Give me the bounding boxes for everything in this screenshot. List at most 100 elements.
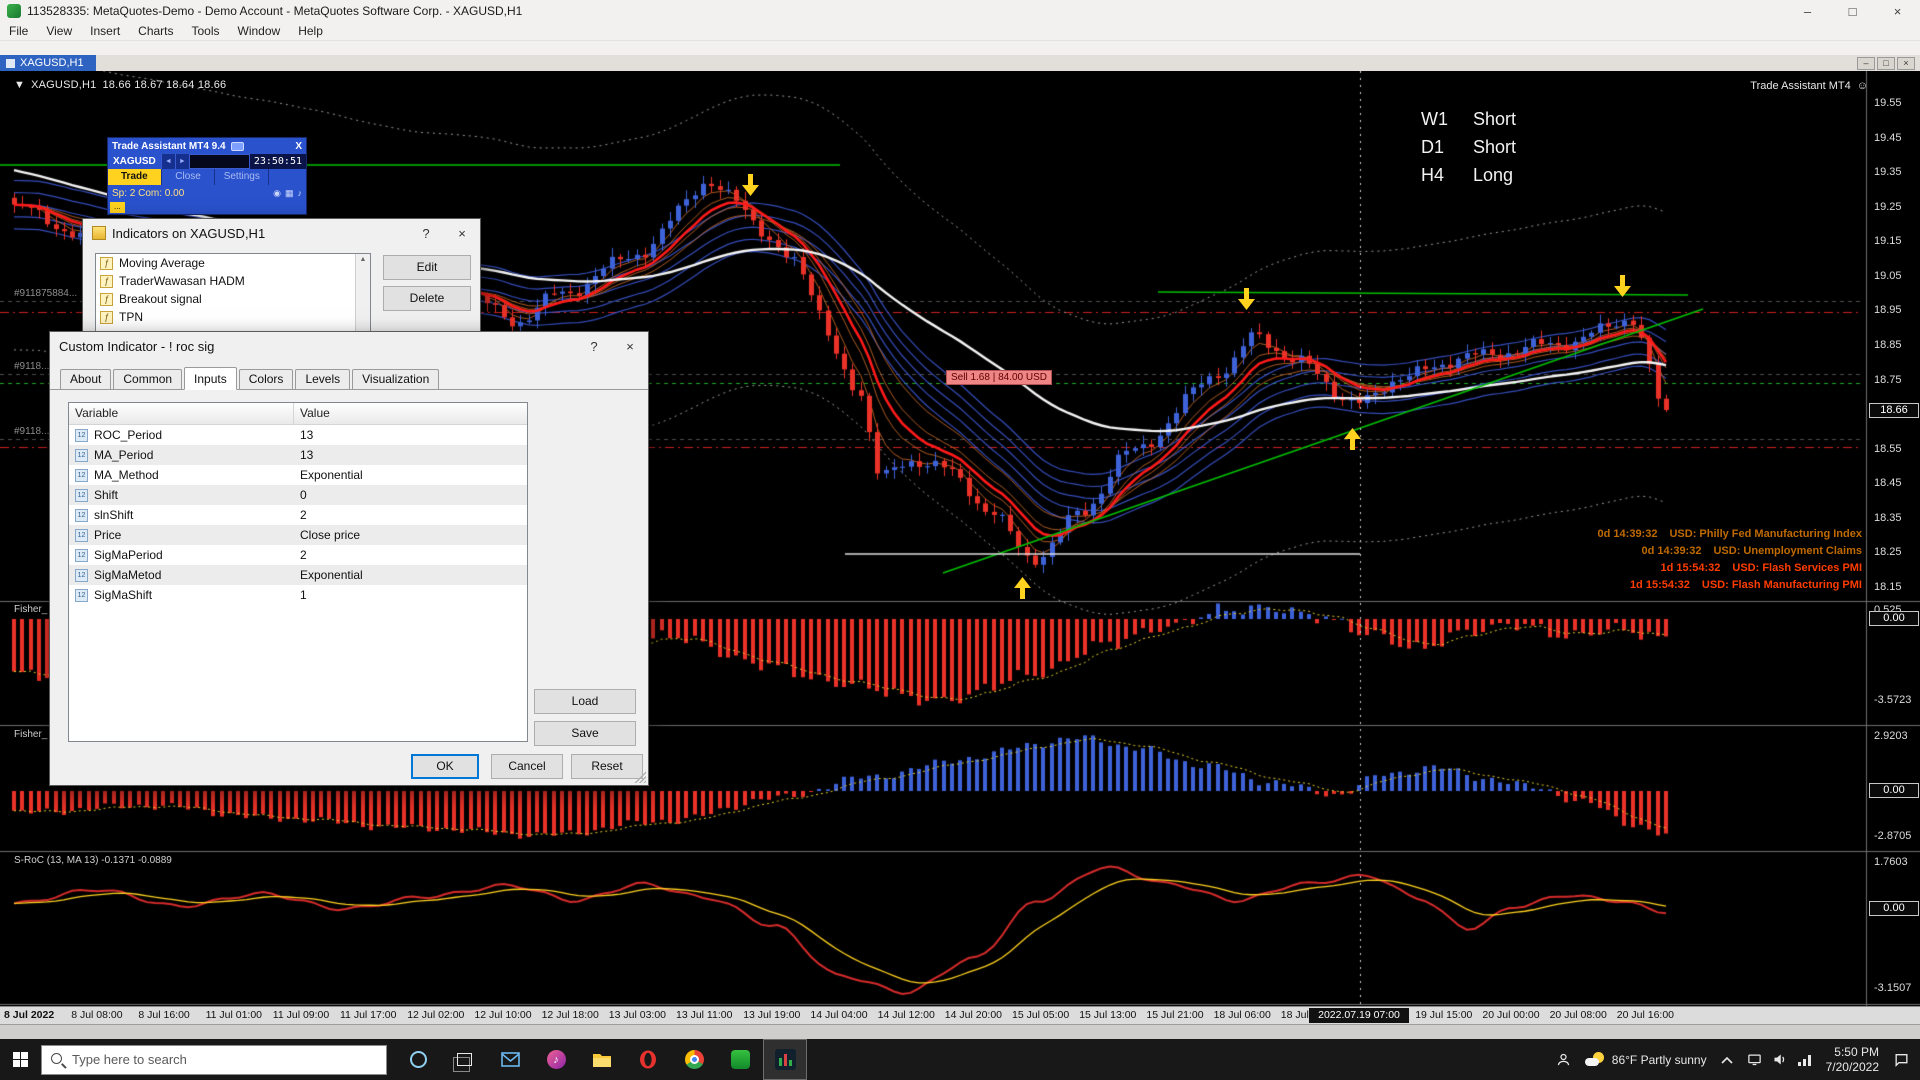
- indicators-close-button[interactable]: ×: [444, 219, 480, 247]
- load-button[interactable]: Load: [534, 689, 636, 714]
- param-row[interactable]: 12 Shift 0: [69, 485, 527, 505]
- window-titlebar[interactable]: 113528335: MetaQuotes-Demo - Demo Accoun…: [0, 0, 1920, 22]
- cancel-button[interactable]: Cancel: [491, 754, 563, 779]
- ok-button[interactable]: OK: [411, 754, 479, 779]
- prev-symbol-button[interactable]: ◄: [160, 154, 175, 169]
- calendar-icon[interactable]: ▦: [285, 188, 294, 199]
- search-input[interactable]: [72, 1045, 382, 1074]
- menu-item-file[interactable]: File: [0, 22, 37, 40]
- tab-visualization[interactable]: Visualization: [352, 369, 440, 389]
- indicator-list-item[interactable]: ƒ Moving Average: [96, 254, 370, 272]
- mt4-app-button[interactable]: [763, 1039, 807, 1080]
- scroll-up-icon[interactable]: ▲: [360, 256, 367, 263]
- opera-button[interactable]: [625, 1039, 671, 1080]
- ta-tab-settings[interactable]: Settings: [215, 169, 270, 185]
- edit-button[interactable]: Edit: [383, 255, 471, 280]
- resize-grip[interactable]: [633, 770, 646, 783]
- weather-widget[interactable]: 86°F Partly sunny: [1584, 1051, 1707, 1068]
- menu-item-view[interactable]: View: [37, 22, 81, 40]
- save-button[interactable]: Save: [534, 721, 636, 746]
- bell-icon[interactable]: ♪: [298, 188, 303, 199]
- indicator-list-item[interactable]: ƒ TPN: [96, 308, 370, 326]
- param-variable-cell: 12 Price: [69, 528, 294, 542]
- bias-row: H4 Long: [1421, 165, 1516, 186]
- tray-expand-icon[interactable]: [1721, 1056, 1733, 1064]
- pane-scale-bottom: -3.5723: [1874, 694, 1912, 706]
- next-symbol-button[interactable]: ►: [174, 154, 189, 169]
- tab-colors[interactable]: Colors: [238, 369, 294, 389]
- trade-assistant-close-button[interactable]: X: [295, 141, 302, 152]
- network-icon[interactable]: [1797, 1052, 1812, 1067]
- ta-tab-close[interactable]: Close: [161, 169, 216, 185]
- green-app-button[interactable]: [717, 1039, 763, 1080]
- indicator-list-item[interactable]: ƒ Breakout signal: [96, 290, 370, 308]
- monitor-icon[interactable]: [1747, 1052, 1762, 1067]
- menu-item-window[interactable]: Window: [229, 22, 290, 40]
- camera-icon[interactable]: [230, 141, 244, 151]
- price-scale[interactable]: 18.66 19.55 19.45 19.35 19.25 19.15 19.05 18.9…: [1869, 71, 1920, 1006]
- volume-icon[interactable]: [1772, 1052, 1787, 1067]
- param-row[interactable]: 12 slnShift 2: [69, 505, 527, 525]
- param-row[interactable]: 12 MA_Period 13: [69, 445, 527, 465]
- more-options-button[interactable]: ...: [110, 202, 125, 213]
- minimize-button[interactable]: –: [1785, 0, 1830, 22]
- clock-time: 5:50 PM: [1834, 1044, 1879, 1059]
- column-header-value[interactable]: Value: [294, 403, 527, 424]
- custom-dialog-titlebar[interactable]: Custom Indicator - ! roc sig ? ×: [50, 332, 648, 360]
- menu-item-insert[interactable]: Insert: [81, 22, 129, 40]
- menu-item-help[interactable]: Help: [289, 22, 332, 40]
- menu-item-tools[interactable]: Tools: [183, 22, 229, 40]
- indicator-list-item[interactable]: ƒ TraderWawasan HADM: [96, 272, 370, 290]
- child-restore-button[interactable]: □: [1877, 56, 1895, 70]
- people-icon[interactable]: [1556, 1052, 1571, 1067]
- chart-tab-xagusd[interactable]: XAGUSD,H1: [0, 55, 96, 71]
- price-scale-label: 18.75: [1874, 373, 1902, 386]
- start-button[interactable]: [0, 1039, 41, 1080]
- tab-about[interactable]: About: [60, 369, 112, 389]
- param-row[interactable]: 12 SigMaPeriod 2: [69, 545, 527, 565]
- lot-input[interactable]: [188, 154, 250, 169]
- task-view-button[interactable]: [441, 1039, 487, 1080]
- cortana-button[interactable]: [395, 1039, 441, 1080]
- custom-help-button[interactable]: ?: [576, 332, 612, 360]
- time-label: 20 Jul 00:00: [1482, 1009, 1540, 1021]
- param-row[interactable]: 12 Price Close price: [69, 525, 527, 545]
- menu-bar: File View Insert Charts Tools Window Help: [0, 22, 1920, 40]
- ea-status-icon[interactable]: ☺: [1857, 80, 1868, 92]
- music-app-button[interactable]: ♪: [533, 1039, 579, 1080]
- chrome-button[interactable]: [671, 1039, 717, 1080]
- taskbar-clock[interactable]: 5:50 PM 7/20/2022: [1826, 1045, 1879, 1075]
- indicators-dialog-titlebar[interactable]: Indicators on XAGUSD,H1 ? ×: [83, 219, 480, 247]
- delete-button[interactable]: Delete: [383, 286, 471, 311]
- time-axis[interactable]: 2022.07.19 07:00 8 Jul 2022 8 Jul 08:00 8 …: [0, 1006, 1920, 1024]
- function-icon: ƒ: [100, 310, 113, 324]
- mail-app-button[interactable]: [487, 1039, 533, 1080]
- maximize-button[interactable]: □: [1830, 0, 1875, 22]
- custom-close-button[interactable]: ×: [612, 332, 648, 360]
- tab-inputs[interactable]: Inputs: [184, 367, 237, 390]
- menu-item-charts[interactable]: Charts: [129, 22, 182, 40]
- news-text: USD: Flash Services PMI: [1732, 562, 1862, 574]
- candle-timer: 23:50:51: [249, 154, 306, 169]
- child-minimize-button[interactable]: –: [1857, 56, 1875, 70]
- pane-label-fisher1: Fisher_: [14, 604, 48, 615]
- time-label: 14 Jul 20:00: [944, 1009, 1003, 1021]
- eye-icon[interactable]: ◉: [273, 188, 281, 199]
- taskbar-search[interactable]: [41, 1044, 387, 1075]
- file-explorer-button[interactable]: [579, 1039, 625, 1080]
- param-row[interactable]: 12 SigMaShift 1: [69, 585, 527, 605]
- trade-assistant-symbol[interactable]: XAGUSD: [108, 154, 161, 169]
- column-header-variable[interactable]: Variable: [69, 403, 294, 424]
- close-button[interactable]: ×: [1875, 0, 1920, 22]
- tab-levels[interactable]: Levels: [295, 369, 351, 389]
- trade-assistant-titlebar[interactable]: Trade Assistant MT4 9.4 X: [108, 138, 306, 154]
- action-center-icon[interactable]: [1893, 1052, 1910, 1068]
- param-row[interactable]: 12 ROC_Period 13: [69, 425, 527, 445]
- ta-tab-trade[interactable]: Trade: [108, 169, 162, 185]
- tab-common[interactable]: Common: [113, 369, 183, 389]
- symbol-dropdown-icon[interactable]: ▼: [14, 79, 25, 91]
- indicators-help-button[interactable]: ?: [408, 219, 444, 247]
- child-close-button[interactable]: ×: [1897, 56, 1915, 70]
- param-row[interactable]: 12 MA_Method Exponential: [69, 465, 527, 485]
- param-row[interactable]: 12 SigMaMetod Exponential: [69, 565, 527, 585]
